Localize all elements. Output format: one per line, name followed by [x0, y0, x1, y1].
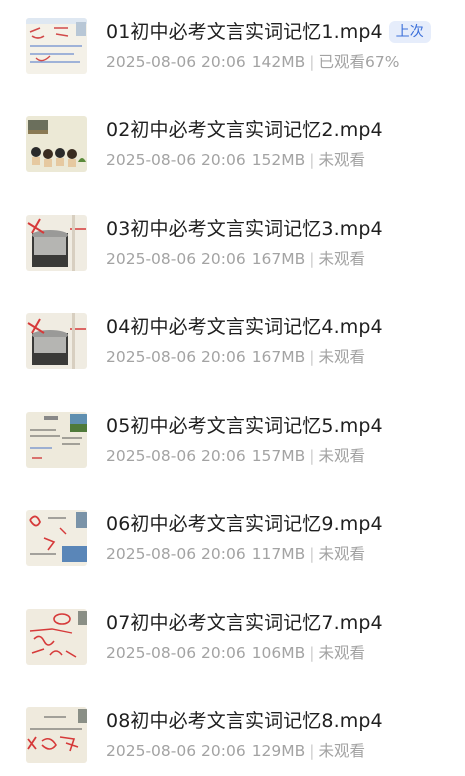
file-item[interactable]: 05初中必考文言实词记忆5.mp4 2025-08-06 20:06 157MB |…	[0, 394, 465, 492]
file-name: 02初中必考文言实词记忆2.mp4	[106, 119, 383, 141]
video-thumbnail[interactable]	[26, 18, 87, 74]
file-size: 142MB	[251, 53, 306, 71]
file-size: 152MB	[251, 151, 306, 169]
file-date: 2025-08-06 20:06	[106, 348, 246, 366]
file-item[interactable]: 03初中必考文言实词记忆3.mp4 2025-08-06 20:06 167MB |…	[0, 197, 465, 295]
file-date: 2025-08-06 20:06	[106, 742, 246, 760]
file-meta: 2025-08-06 20:06 142MB | 已观看67%	[106, 50, 399, 74]
file-date: 2025-08-06 20:06	[106, 644, 246, 662]
thumbnail-image	[26, 313, 87, 369]
watch-status: 未观看	[318, 742, 366, 760]
meta-divider: |	[309, 348, 315, 366]
thumbnail-image	[26, 707, 87, 763]
file-name: 04初中必考文言实词记忆4.mp4	[106, 316, 383, 338]
file-meta: 2025-08-06 20:06 106MB | 未观看	[106, 641, 365, 665]
video-thumbnail[interactable]	[26, 116, 87, 172]
file-item[interactable]: 04初中必考文言实词记忆4.mp4 2025-08-06 20:06 167MB |…	[0, 295, 465, 393]
file-size: 157MB	[251, 447, 306, 465]
file-item[interactable]: 06初中必考文言实词记忆9.mp4 2025-08-06 20:06 117MB |…	[0, 492, 465, 590]
meta-divider: |	[309, 545, 315, 563]
video-file-list: 01初中必考文言实词记忆1.mp4 上次 2025-08-06 20:06 142M…	[0, 0, 465, 776]
thumbnail-image	[26, 116, 87, 172]
file-size: 167MB	[251, 348, 306, 366]
file-name: 01初中必考文言实词记忆1.mp4 上次	[106, 18, 431, 46]
file-size: 117MB	[251, 545, 306, 563]
meta-divider: |	[309, 250, 315, 268]
watch-status: 未观看	[318, 545, 366, 563]
watch-status: 未观看	[318, 348, 366, 366]
file-item[interactable]: 07初中必考文言实词记忆7.mp4 2025-08-06 20:06 106MB |…	[0, 591, 465, 689]
meta-divider: |	[309, 742, 315, 760]
thumbnail-image	[26, 609, 87, 665]
file-name: 05初中必考文言实词记忆5.mp4	[106, 415, 383, 437]
watch-status: 未观看	[318, 250, 366, 268]
file-name: 08初中必考文言实词记忆8.mp4	[106, 710, 383, 732]
file-size: 106MB	[251, 644, 306, 662]
meta-divider: |	[309, 151, 315, 169]
thumbnail-image	[26, 18, 87, 74]
video-thumbnail[interactable]	[26, 313, 87, 369]
file-date: 2025-08-06 20:06	[106, 53, 246, 71]
file-name: 07初中必考文言实词记忆7.mp4	[106, 612, 383, 634]
watch-status: 未观看	[318, 644, 366, 662]
video-thumbnail[interactable]	[26, 609, 87, 665]
video-thumbnail[interactable]	[26, 707, 87, 763]
video-thumbnail[interactable]	[26, 510, 87, 566]
file-meta: 2025-08-06 20:06 167MB | 未观看	[106, 345, 365, 369]
file-meta: 2025-08-06 20:06 129MB | 未观看	[106, 739, 365, 763]
file-date: 2025-08-06 20:06	[106, 545, 246, 563]
file-meta: 2025-08-06 20:06 152MB | 未观看	[106, 148, 365, 172]
watch-status: 未观看	[318, 447, 366, 465]
last-watched-badge: 上次	[388, 21, 431, 43]
file-meta: 2025-08-06 20:06 117MB | 未观看	[106, 542, 365, 566]
file-size: 129MB	[251, 742, 306, 760]
file-item[interactable]: 08初中必考文言实词记忆8.mp4 2025-08-06 20:06 129MB |…	[0, 689, 465, 776]
file-date: 2025-08-06 20:06	[106, 447, 246, 465]
meta-divider: |	[309, 53, 315, 71]
file-date: 2025-08-06 20:06	[106, 250, 246, 268]
thumbnail-image	[26, 215, 87, 271]
file-name: 03初中必考文言实词记忆3.mp4	[106, 218, 383, 240]
file-item[interactable]: 02初中必考文言实词记忆2.mp4 2025-08-06 20:06 152MB |…	[0, 98, 465, 196]
thumbnail-image	[26, 412, 87, 468]
thumbnail-image	[26, 510, 87, 566]
file-meta: 2025-08-06 20:06 157MB | 未观看	[106, 444, 365, 468]
meta-divider: |	[309, 447, 315, 465]
file-size: 167MB	[251, 250, 306, 268]
file-name: 06初中必考文言实词记忆9.mp4	[106, 513, 383, 535]
file-meta: 2025-08-06 20:06 167MB | 未观看	[106, 247, 365, 271]
watch-status: 已观看67%	[318, 53, 400, 71]
video-thumbnail[interactable]	[26, 412, 87, 468]
meta-divider: |	[309, 644, 315, 662]
file-date: 2025-08-06 20:06	[106, 151, 246, 169]
watch-status: 未观看	[318, 151, 366, 169]
video-thumbnail[interactable]	[26, 215, 87, 271]
file-item[interactable]: 01初中必考文言实词记忆1.mp4 上次 2025-08-06 20:06 142M…	[0, 0, 465, 98]
